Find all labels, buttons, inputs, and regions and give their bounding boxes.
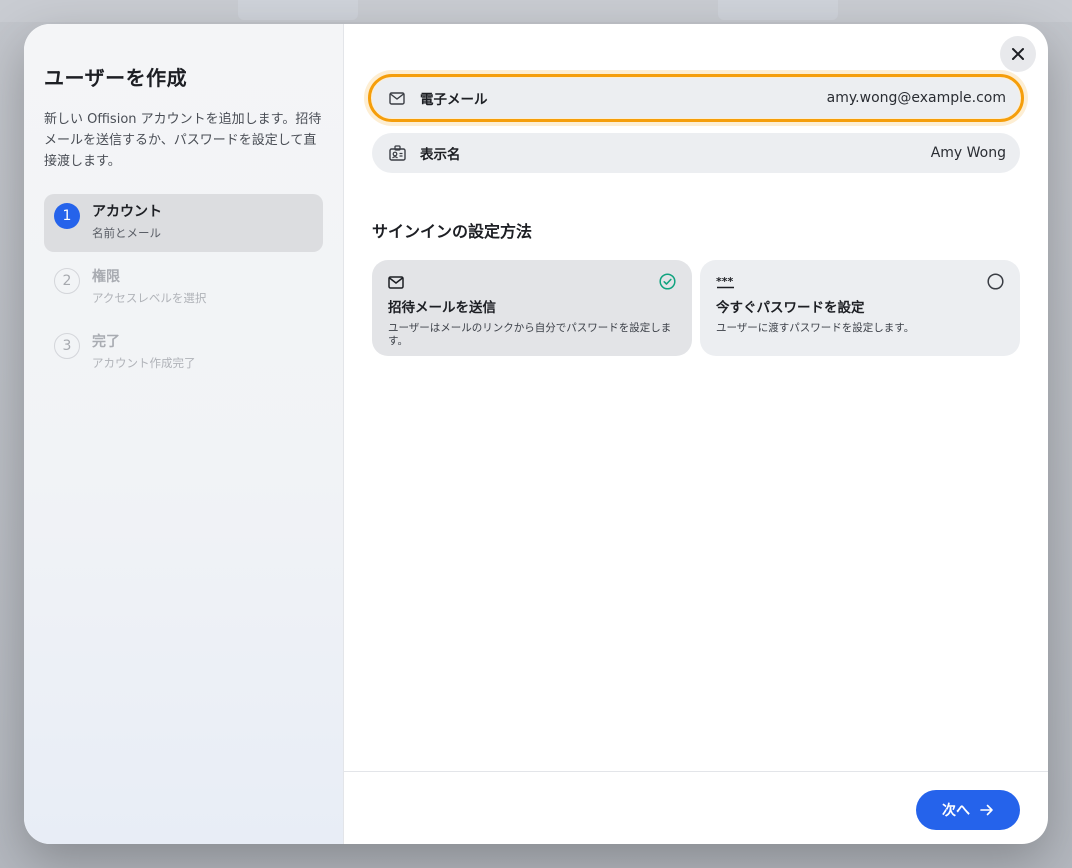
background-tab (238, 0, 358, 20)
dialog-description: 新しい Offision アカウントを追加します。招待メールを送信するか、パスワ… (44, 112, 322, 169)
next-button[interactable]: 次へ (916, 790, 1020, 830)
signin-section-title: サインインの設定方法 (372, 222, 533, 241)
email-label: 電子メール (420, 92, 488, 108)
step-subtitle: アクセスレベルを選択 (92, 291, 207, 305)
step-permissions[interactable]: 2 権限 アクセスレベルを選択 (44, 259, 323, 317)
id-card-icon (388, 144, 406, 162)
background-tabbar (0, 0, 1072, 22)
step-title: 完了 (92, 334, 120, 350)
step-subtitle: アカウント作成完了 (92, 356, 196, 370)
mail-icon (388, 89, 406, 107)
radio-icon (987, 273, 1004, 290)
password-icon: *** (716, 274, 1004, 290)
display-name-value: Amy Wong (930, 145, 1006, 161)
step-account[interactable]: 1 アカウント 名前とメール (44, 194, 323, 252)
step-title: アカウント (92, 204, 162, 220)
dialog-footer: 次へ (344, 771, 1048, 844)
dialog-sidebar: ユーザーを作成 新しい Offision アカウントを追加します。招待メールを送… (24, 24, 344, 844)
dialog-main: 電子メール amy.wong@example.com 表示名 Amy Wong … (344, 24, 1048, 844)
display-name-label: 表示名 (420, 147, 461, 163)
display-name-field[interactable]: 表示名 Amy Wong (372, 133, 1020, 173)
step-number: 2 (54, 268, 80, 294)
email-value: amy.wong@example.com (826, 90, 1006, 106)
next-button-label: 次へ (942, 803, 970, 819)
step-complete[interactable]: 3 完了 アカウント作成完了 (44, 324, 323, 382)
create-user-dialog: ユーザーを作成 新しい Offision アカウントを追加します。招待メールを送… (24, 24, 1048, 844)
stepper: 1 アカウント 名前とメール 2 権限 アクセスレベルを選択 3 完了 アカウン… (44, 194, 323, 382)
step-subtitle: 名前とメール (92, 226, 161, 240)
option-title: 今すぐパスワードを設定 (716, 300, 865, 316)
option-description: ユーザーはメールのリンクから自分でパスワードを設定します。 (388, 322, 672, 347)
option-description: ユーザーに渡すパスワードを設定します。 (716, 322, 915, 334)
option-send-invite[interactable]: 招待メールを送信 ユーザーはメールのリンクから自分でパスワードを設定します。 (372, 260, 692, 356)
arrow-right-icon (980, 804, 993, 816)
svg-text:***: *** (716, 275, 734, 288)
option-set-password[interactable]: *** 今すぐパスワードを設定 ユーザーに渡すパスワードを設定します。 (700, 260, 1020, 356)
step-title: 権限 (92, 269, 120, 285)
step-number: 3 (54, 333, 80, 359)
email-field[interactable]: 電子メール amy.wong@example.com (368, 74, 1024, 122)
option-title: 招待メールを送信 (388, 300, 496, 316)
step-number: 1 (54, 203, 80, 229)
check-circle-icon (659, 273, 676, 290)
dialog-title: ユーザーを作成 (44, 66, 188, 90)
background-tab (718, 0, 838, 20)
mail-icon (388, 274, 676, 290)
close-icon (1012, 48, 1024, 60)
close-button[interactable] (1000, 36, 1036, 72)
